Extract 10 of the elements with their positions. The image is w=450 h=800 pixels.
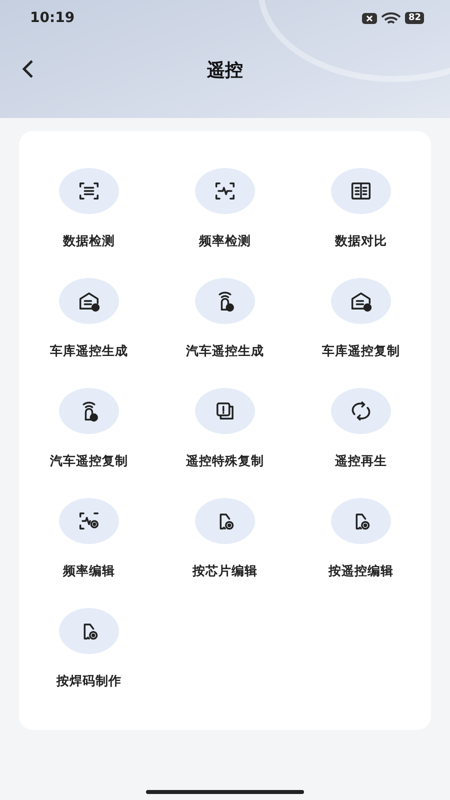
no-sim-icon <box>362 12 378 24</box>
page-title: 遥控 <box>207 59 243 82</box>
function-button[interactable]: 汽车遥控复制 <box>50 388 128 470</box>
function-button[interactable]: 车库遥控生成 <box>50 278 128 360</box>
function-button[interactable]: 遥控特殊复制 <box>186 388 264 470</box>
battery-level: 82 <box>405 12 424 24</box>
function-button[interactable]: 汽车遥控生成 <box>186 278 264 360</box>
wifi-icon <box>381 12 402 24</box>
status-time: 10:19 <box>30 10 75 26</box>
function-button[interactable]: 车库遥控复制 <box>322 278 400 360</box>
